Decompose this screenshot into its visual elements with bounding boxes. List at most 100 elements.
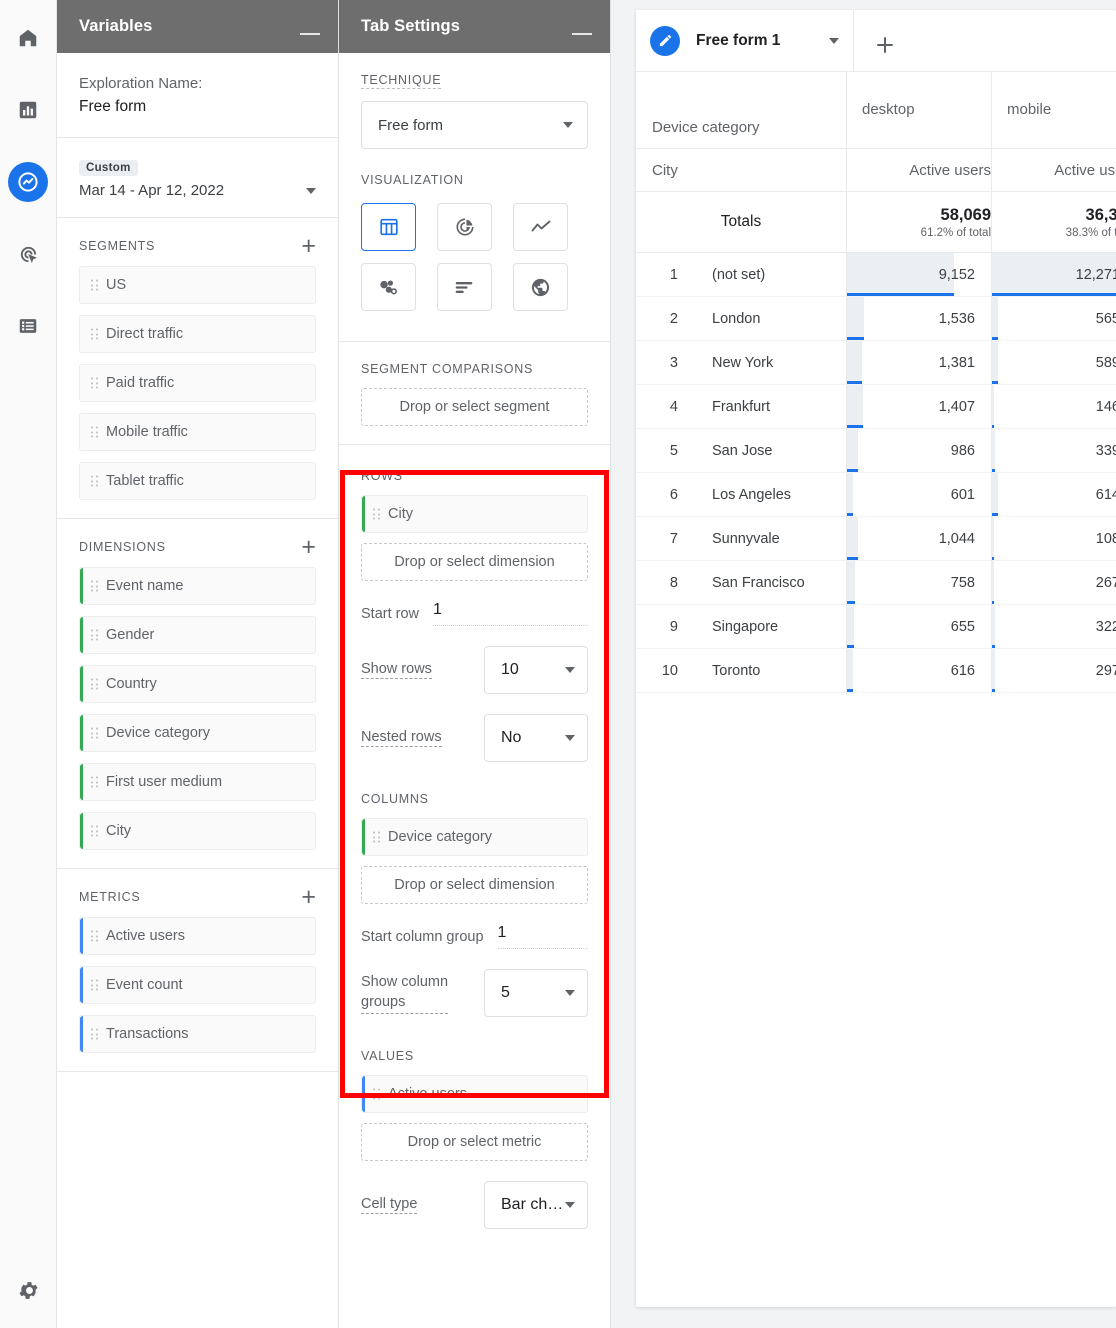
metric-header-desktop[interactable]: Active users: [846, 149, 991, 192]
row-label-cell[interactable]: 2London: [636, 297, 846, 341]
metric-header-mobile[interactable]: Active users: [991, 149, 1116, 192]
drag-handle-icon[interactable]: [91, 931, 98, 942]
show-rows-select[interactable]: 10: [484, 646, 588, 694]
values-metric-chip[interactable]: Active users: [361, 1075, 588, 1113]
technique-select[interactable]: Free form: [361, 101, 588, 149]
table-row[interactable]: 9Singapore655322: [636, 605, 1116, 649]
rows-dropzone[interactable]: Drop or select dimension: [361, 543, 588, 581]
drag-handle-icon[interactable]: [373, 509, 380, 520]
drag-handle-icon[interactable]: [91, 679, 98, 690]
row-dimension-value[interactable]: Frankfurt: [694, 399, 770, 415]
metric-chip[interactable]: Event count: [79, 966, 316, 1004]
drag-handle-icon[interactable]: [91, 826, 98, 837]
drag-handle-icon[interactable]: [91, 728, 98, 739]
segment-chip[interactable]: Tablet traffic: [79, 462, 316, 500]
rows-dimension-chip[interactable]: City: [361, 495, 588, 533]
drag-handle-icon[interactable]: [373, 1089, 380, 1100]
row-dimension-value[interactable]: Los Angeles: [694, 487, 791, 503]
segment-dropzone[interactable]: Drop or select segment: [361, 388, 588, 426]
drag-handle-icon[interactable]: [91, 427, 98, 438]
tab-free-form-1[interactable]: Free form 1: [636, 10, 854, 71]
drag-handle-icon[interactable]: [91, 630, 98, 641]
columns-dimension-chip[interactable]: Device category: [361, 818, 588, 856]
dimension-chip[interactable]: Country: [79, 665, 316, 703]
variables-minimize-button[interactable]: [300, 33, 320, 35]
drag-handle-icon[interactable]: [91, 1029, 98, 1040]
drag-handle-icon[interactable]: [91, 581, 98, 592]
row-label-cell[interactable]: 9Singapore: [636, 605, 846, 649]
drag-handle-icon[interactable]: [91, 280, 98, 291]
row-dimension-value[interactable]: London: [694, 311, 760, 327]
row-label-cell[interactable]: 6Los Angeles: [636, 473, 846, 517]
start-column-group-field[interactable]: Start column group 1: [361, 924, 588, 949]
donut-chart-icon[interactable]: [437, 203, 492, 251]
dimension-chip[interactable]: Event name: [79, 567, 316, 605]
drag-handle-icon[interactable]: [91, 476, 98, 487]
table-row[interactable]: 4Frankfurt1,407146: [636, 385, 1116, 429]
metric-chip[interactable]: Active users: [79, 917, 316, 955]
configure-icon[interactable]: [8, 306, 48, 346]
dimension-chip[interactable]: Gender: [79, 616, 316, 654]
segment-chip[interactable]: Paid traffic: [79, 364, 316, 402]
segment-chip[interactable]: Direct traffic: [79, 315, 316, 353]
table-icon[interactable]: [361, 203, 416, 251]
dimension-chip[interactable]: First user medium: [79, 763, 316, 801]
drag-handle-icon[interactable]: [91, 378, 98, 389]
drag-handle-icon[interactable]: [91, 777, 98, 788]
segment-chip[interactable]: US: [79, 266, 316, 304]
chevron-down-icon[interactable]: [829, 38, 839, 44]
drag-handle-icon[interactable]: [91, 329, 98, 340]
row-label-cell[interactable]: 1(not set): [636, 253, 846, 297]
geo-map-icon[interactable]: [513, 263, 568, 311]
table-row[interactable]: 1(not set)9,15212,271: [636, 253, 1116, 297]
row-dimension-value[interactable]: San Francisco: [694, 575, 805, 591]
explore-icon[interactable]: [8, 162, 48, 202]
start-column-group-input[interactable]: 1: [498, 924, 588, 949]
table-row[interactable]: 8San Francisco758267: [636, 561, 1116, 605]
dimension-chip[interactable]: Device category: [79, 714, 316, 752]
row-dimension-header[interactable]: City: [636, 149, 846, 192]
drag-handle-icon[interactable]: [373, 832, 380, 843]
row-label-cell[interactable]: 7Sunnyvale: [636, 517, 846, 561]
metric-chip[interactable]: Transactions: [79, 1015, 316, 1053]
row-label-cell[interactable]: 4Frankfurt: [636, 385, 846, 429]
table-row[interactable]: 2London1,536565: [636, 297, 1116, 341]
columns-dropzone[interactable]: Drop or select dimension: [361, 866, 588, 904]
row-label-cell[interactable]: 3New York: [636, 341, 846, 385]
table-row[interactable]: 6Los Angeles601614: [636, 473, 1116, 517]
date-range-section[interactable]: Custom Mar 14 - Apr 12, 2022: [57, 138, 338, 218]
cell-type-select[interactable]: Bar ch…: [484, 1181, 588, 1229]
bar-chart-icon[interactable]: [437, 263, 492, 311]
row-dimension-value[interactable]: Toronto: [694, 663, 760, 679]
row-dimension-value[interactable]: New York: [694, 355, 773, 371]
start-row-input[interactable]: 1: [433, 601, 588, 626]
row-dimension-value[interactable]: San Jose: [694, 443, 772, 459]
dimension-chip[interactable]: City: [79, 812, 316, 850]
add-metric-button[interactable]: +: [301, 889, 316, 905]
reports-icon[interactable]: [8, 90, 48, 130]
values-dropzone[interactable]: Drop or select metric: [361, 1123, 588, 1161]
line-chart-icon[interactable]: [513, 203, 568, 251]
row-dimension-value[interactable]: (not set): [694, 267, 765, 283]
tab-settings-minimize-button[interactable]: [572, 33, 592, 35]
table-row[interactable]: 5San Jose986339: [636, 429, 1116, 473]
date-range-row[interactable]: Mar 14 - Apr 12, 2022: [79, 182, 316, 199]
drag-handle-icon[interactable]: [91, 980, 98, 991]
table-row[interactable]: 3New York1,381589: [636, 341, 1116, 385]
row-dimension-value[interactable]: Sunnyvale: [694, 531, 780, 547]
row-label-cell[interactable]: 8San Francisco: [636, 561, 846, 605]
show-column-groups-select[interactable]: 5: [484, 969, 588, 1017]
table-row[interactable]: 10Toronto616297: [636, 649, 1116, 693]
add-segment-button[interactable]: +: [301, 238, 316, 254]
gear-icon[interactable]: [8, 1270, 48, 1310]
row-label-cell[interactable]: 5San Jose: [636, 429, 846, 473]
start-row-field[interactable]: Start row 1: [361, 601, 588, 626]
row-dimension-value[interactable]: Singapore: [694, 619, 778, 635]
table-row[interactable]: 7Sunnyvale1,044108: [636, 517, 1116, 561]
add-tab-button[interactable]: [854, 19, 916, 71]
add-dimension-button[interactable]: +: [301, 539, 316, 555]
advertising-icon[interactable]: [8, 234, 48, 274]
exploration-name-value[interactable]: Free form: [79, 95, 316, 119]
nested-rows-select[interactable]: No: [484, 714, 588, 762]
scatter-plot-icon[interactable]: [361, 263, 416, 311]
